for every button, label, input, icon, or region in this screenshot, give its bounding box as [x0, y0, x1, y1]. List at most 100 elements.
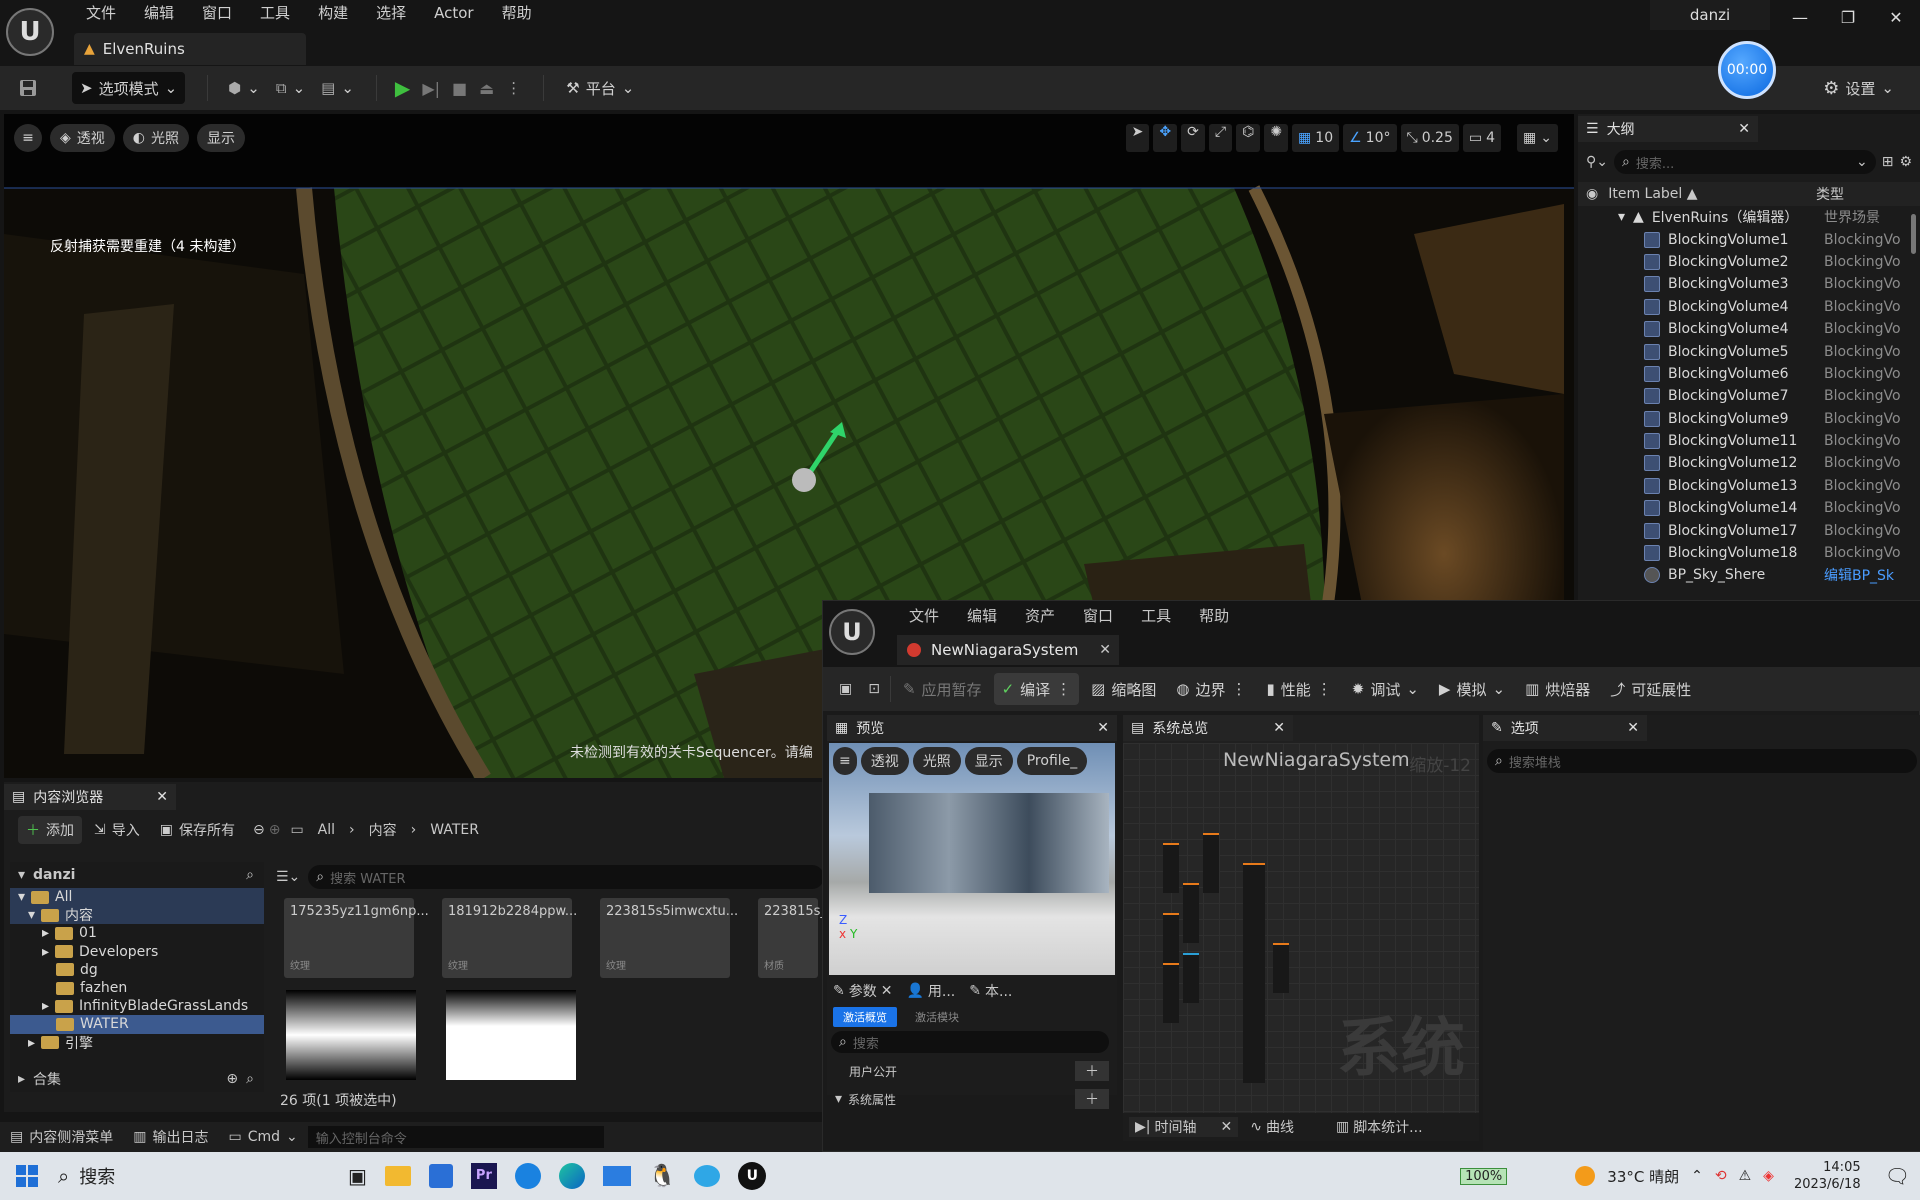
unreal-logo-icon[interactable]: U [6, 8, 54, 56]
texture-thumbnail[interactable] [286, 990, 416, 1080]
apply-button[interactable]: ✎ 应用暂存 [895, 673, 990, 705]
plus-icon[interactable]: ＋ [1075, 1089, 1109, 1109]
list-item[interactable]: BlockingVolume11 BlockingVo [1578, 430, 1920, 452]
add-collection-icon[interactable]: ⊕ [226, 1071, 238, 1087]
browser-icon[interactable] [514, 1163, 541, 1189]
outliner-search-input[interactable]: ⌕ 搜索... ⌄ [1613, 150, 1876, 174]
list-item[interactable]: BlockingVolume9 BlockingVo [1578, 408, 1920, 430]
unreal-taskbar-icon[interactable]: U [738, 1162, 767, 1190]
layout-button[interactable]: ▦ ⌄ [1517, 124, 1558, 152]
overview-graph[interactable]: NewNiagaraSystem 缩放-12 系统 [1123, 743, 1479, 1115]
forward-icon[interactable]: ⊕ [269, 822, 281, 838]
menu-file[interactable]: 文件 [72, 0, 130, 26]
premiere-icon[interactable]: Pr [470, 1163, 497, 1189]
emitter-node[interactable] [1163, 963, 1179, 1023]
play-icon[interactable]: ▶ [395, 76, 410, 100]
cmd-dropdown[interactable]: ▭ Cmd ⌄ [218, 1129, 307, 1145]
blueprint-button[interactable]: ⧉ ⌄ [268, 72, 313, 104]
active-overview-tab[interactable]: 激活概览 [833, 1007, 897, 1027]
emitter-node[interactable] [1163, 843, 1179, 893]
menu-actor[interactable]: Actor [420, 0, 487, 26]
preview-tab[interactable]: ▦ 预览 ✕ [827, 715, 1117, 741]
tree-item[interactable]: ▸ 01 [10, 924, 264, 942]
timeline-tab[interactable]: ▶| 时间轴 ✕ [1129, 1117, 1239, 1137]
chevron-down-icon[interactable]: ▾ [18, 867, 25, 883]
more-icon[interactable]: ⋮ [1231, 680, 1246, 698]
perspective-button[interactable]: ◈ 透视 [50, 124, 115, 152]
list-item[interactable]: BlockingVolume6 BlockingVo [1578, 363, 1920, 385]
notification-icon[interactable]: 🗨 [1885, 1164, 1910, 1188]
viewport-menu-button[interactable]: ≡ [14, 124, 42, 152]
niagara-system-tab[interactable]: NewNiagaraSystem ✕ [897, 635, 1119, 665]
task-view-icon[interactable]: ▣ [348, 1164, 367, 1188]
list-item[interactable]: BlockingVolume17 BlockingVo [1578, 519, 1920, 541]
eye-icon[interactable]: ◉ [1586, 186, 1598, 202]
compile-button[interactable]: ✓ 编译 ⋮ [993, 673, 1080, 705]
search-icon[interactable]: ⌕ [246, 1071, 254, 1087]
list-item[interactable]: BlockingVolume5 BlockingVo [1578, 340, 1920, 362]
list-item[interactable]: BlockingVolume4 BlockingVo [1578, 296, 1920, 318]
qq-icon[interactable]: 🐧 [649, 1164, 676, 1189]
breadcrumb-item[interactable]: All [318, 822, 335, 838]
add-actor-button[interactable]: ⬢ ⌄ [220, 72, 268, 104]
menu-help[interactable]: 帮助 [488, 0, 546, 26]
settings-dropdown[interactable]: ⚙ 设置 ⌄ [1815, 72, 1902, 104]
filter-icon[interactable]: ☰⌄ [276, 869, 300, 885]
chat-icon[interactable] [694, 1165, 721, 1187]
tree-item[interactable]: fazhen [10, 979, 264, 997]
emitter-node[interactable] [1183, 953, 1199, 1003]
menu-select[interactable]: 选择 [362, 0, 420, 26]
system-attributes-row[interactable]: ▾ 系统属性 ＋ [831, 1087, 1109, 1111]
list-item[interactable]: BlockingVolume18 BlockingVo [1578, 542, 1920, 564]
stop-icon[interactable]: ■ [452, 79, 467, 98]
add-button[interactable]: ＋ 添加 [18, 816, 82, 844]
params-search-input[interactable]: ⌕ 搜索 [831, 1031, 1109, 1053]
angle-snap-button[interactable]: ∠ 10° [1343, 124, 1397, 152]
niagara-logo-icon[interactable]: U [829, 609, 875, 655]
save-icon[interactable] [14, 74, 42, 102]
output-log-button[interactable]: ▥ 输出日志 [123, 1127, 218, 1147]
preview-viewport[interactable]: ≡ 透视 光照 显示 Profile_ Zx Y [829, 743, 1115, 975]
save-all-button[interactable]: ▣ 保存所有 [152, 816, 243, 844]
weather-text[interactable]: 33°C 晴朗 [1607, 1166, 1679, 1187]
tree-item-selected[interactable]: WATER [10, 1015, 264, 1034]
more-icon[interactable]: ⋮ [506, 79, 521, 97]
emitter-node[interactable] [1183, 883, 1199, 943]
close-icon[interactable]: ✕ [881, 983, 893, 999]
niagara-menu-asset[interactable]: 资产 [1011, 605, 1069, 626]
curves-tab[interactable]: ∿ 曲线 [1250, 1117, 1294, 1137]
search-icon[interactable]: ⌕ [246, 867, 254, 883]
restore-icon[interactable]: ❐ [1824, 0, 1872, 36]
niagara-menu-tools[interactable]: 工具 [1127, 605, 1185, 626]
list-item[interactable]: BlockingVolume2 BlockingVo [1578, 251, 1920, 273]
more-icon[interactable]: ⋮ [1056, 680, 1071, 698]
grid-snap-button[interactable]: ▦ 10 [1292, 124, 1340, 152]
emitter-node[interactable] [1273, 943, 1289, 993]
level-tab[interactable]: ▲ ElvenRuins [74, 33, 306, 65]
lighting-button[interactable]: ◐ 光照 [122, 124, 189, 152]
niagara-menu-edit[interactable]: 编辑 [953, 605, 1011, 626]
world-local-icon[interactable]: ✺ [1264, 124, 1289, 152]
console-input[interactable]: 输入控制台命令 [307, 1126, 604, 1148]
scale-tool-icon[interactable]: ⤢ [1208, 124, 1233, 152]
menu-window[interactable]: 窗口 [188, 0, 246, 26]
emitter-node[interactable] [1203, 833, 1219, 893]
list-item[interactable]: BlockingVolume14 BlockingVo [1578, 497, 1920, 519]
user-exposed-row[interactable]: 用户公开 ＋ [831, 1059, 1109, 1083]
plus-icon[interactable]: ＋ [1075, 1061, 1109, 1081]
menu-tools[interactable]: 工具 [246, 0, 304, 26]
params-tab[interactable]: ✎ 参数 ✕ [833, 981, 892, 1001]
niagara-menu-help[interactable]: 帮助 [1185, 605, 1243, 626]
add-folder-icon[interactable]: ⊞ [1882, 154, 1894, 170]
windows-start-icon[interactable] [16, 1165, 38, 1187]
list-item[interactable]: BlockingVolume3 BlockingVo [1578, 273, 1920, 295]
options-tab[interactable]: ✎ 选项 ✕ [1483, 715, 1647, 741]
close-icon[interactable]: ✕ [1099, 642, 1111, 658]
minimize-icon[interactable]: — [1776, 0, 1824, 36]
content-browser-tab[interactable]: ▤ 内容浏览器 ✕ [4, 784, 176, 810]
list-item[interactable]: BlockingVolume1 BlockingVo [1578, 228, 1920, 250]
tray-icon[interactable]: ⟲ [1715, 1168, 1727, 1184]
baker-button[interactable]: ▥ 烘焙器 [1517, 673, 1598, 705]
scale-snap-button[interactable]: ⤡ 0.25 [1400, 124, 1459, 152]
system-overview-tab[interactable]: ▤ 系统总览 ✕ [1123, 715, 1293, 741]
